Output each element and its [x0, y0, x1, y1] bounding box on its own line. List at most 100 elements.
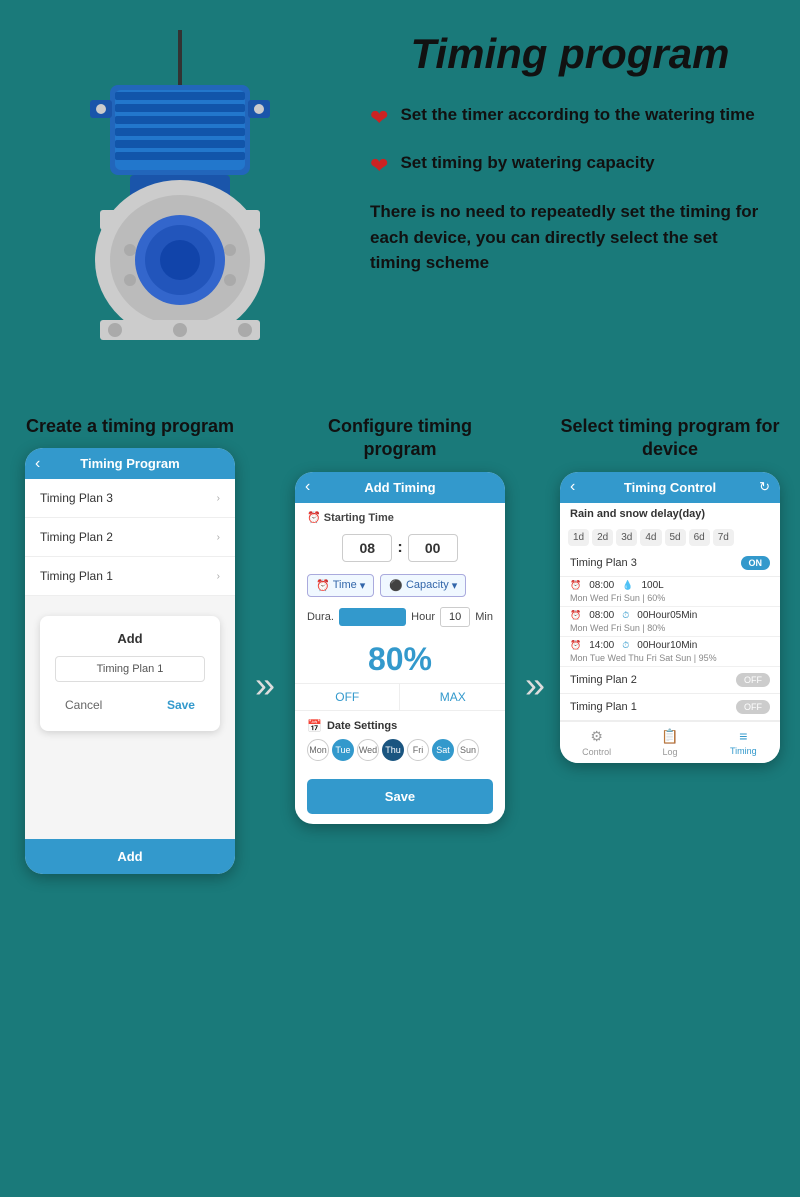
- min-label: Min: [475, 611, 493, 623]
- entry3-time: 14:00: [589, 640, 614, 651]
- log-icon: 📋: [661, 728, 678, 745]
- dura-box: [339, 608, 406, 626]
- entry1-days: Mon Wed Fri Sun | 60%: [570, 593, 770, 603]
- list-item-plan3[interactable]: Timing Plan 3 ›: [25, 479, 235, 518]
- time-row: 08 : 00: [295, 528, 505, 568]
- cancel-button[interactable]: Cancel: [55, 694, 112, 716]
- days-row: Mon Tue Wed Thu Fri Sat Sun: [307, 739, 493, 761]
- rain-delay-label: Rain and snow delay(day): [560, 503, 780, 525]
- nav-log-label: Log: [662, 747, 677, 757]
- date-settings-label: Date Settings: [327, 720, 397, 732]
- day-sun[interactable]: Sun: [457, 739, 479, 761]
- min-value[interactable]: 10: [440, 607, 470, 627]
- plan2-toggle-row[interactable]: Timing Plan 2 OFF: [560, 667, 780, 694]
- phone-header-title-1: Timing Program: [80, 456, 179, 471]
- step-3: Select timing program for device ‹ Timin…: [560, 415, 780, 874]
- step-1-title: Create a timing program: [26, 415, 234, 438]
- day-btn-7d[interactable]: 7d: [713, 529, 734, 546]
- phone-footer-add[interactable]: Add: [25, 839, 235, 874]
- phone-header-3: ‹ Timing Control ↻: [560, 472, 780, 503]
- hour-box[interactable]: 08: [342, 534, 392, 562]
- add-input[interactable]: Timing Plan 1: [55, 656, 205, 682]
- max-button[interactable]: MAX: [400, 684, 505, 710]
- day-thu[interactable]: Thu: [382, 739, 404, 761]
- day-buttons-row: 1d 2d 3d 4d 5d 6d 7d: [560, 525, 780, 550]
- page-title: Timing program: [370, 30, 770, 78]
- entry1-time: 08:00: [589, 580, 614, 591]
- list-item-plan2[interactable]: Timing Plan 2 ›: [25, 518, 235, 557]
- phone-header-title-2: Add Timing: [364, 480, 435, 495]
- toggle-off-plan1[interactable]: OFF: [736, 700, 770, 714]
- heart-icon-1: ❤: [370, 105, 388, 131]
- plan3-name: Timing Plan 3: [570, 557, 637, 569]
- day-btn-2d[interactable]: 2d: [592, 529, 613, 546]
- feature-text-1: Set the timer according to the watering …: [400, 103, 754, 127]
- add-dialog: Add Timing Plan 1 Cancel Save: [40, 616, 220, 731]
- feature-item-1: ❤ Set the timer according to the waterin…: [370, 103, 770, 131]
- entry3-duration: 00Hour10Min: [637, 640, 697, 651]
- off-button[interactable]: OFF: [295, 684, 401, 710]
- plan1-name: Timing Plan 1: [570, 701, 637, 713]
- day-wed[interactable]: Wed: [357, 739, 379, 761]
- entry2-duration: 00Hour05Min: [637, 610, 697, 621]
- chevron-icon-2: ›: [217, 532, 220, 543]
- plan3-entry1: ⏰ 08:00 💧 100L Mon Wed Fri Sun | 60%: [560, 577, 780, 607]
- starting-time-label: ⏰ Starting Time: [295, 503, 505, 528]
- hour-label: Hour: [411, 611, 435, 623]
- top-section: Timing program ❤ Set the timer according…: [0, 0, 800, 395]
- plan2-name: Timing Plan 2: [570, 674, 637, 686]
- feature-text-2: Set timing by watering capacity: [400, 151, 654, 175]
- plan1-toggle-row[interactable]: Timing Plan 1 OFF: [560, 694, 780, 721]
- phone-mockup-3: ‹ Timing Control ↻ Rain and snow delay(d…: [560, 472, 780, 763]
- day-sat[interactable]: Sat: [432, 739, 454, 761]
- entry2-time: 08:00: [589, 610, 614, 621]
- day-tue[interactable]: Tue: [332, 739, 354, 761]
- minute-box[interactable]: 00: [408, 534, 458, 562]
- day-btn-5d[interactable]: 5d: [665, 529, 686, 546]
- off-max-row: OFF MAX: [295, 683, 505, 711]
- phone-header-1: ‹ Timing Program: [25, 448, 235, 479]
- dialog-buttons: Cancel Save: [55, 694, 205, 716]
- save-button-timing[interactable]: Save: [307, 779, 493, 814]
- plan1-label: Timing Plan 1: [40, 569, 113, 583]
- steps-row: Create a timing program ‹ Timing Program…: [20, 415, 780, 874]
- step-3-title: Select timing program for device: [560, 415, 780, 462]
- entry3-days: Mon Tue Wed Thu Fri Sat Sun | 95%: [570, 653, 770, 663]
- nav-control-label: Control: [582, 747, 611, 757]
- day-btn-3d[interactable]: 3d: [616, 529, 637, 546]
- toggle-on-plan3[interactable]: ON: [741, 556, 771, 570]
- date-settings: 📅 Date Settings Mon Tue Wed Thu Fri Sat …: [295, 711, 505, 769]
- plan3-toggle-row[interactable]: Timing Plan 3 ON: [560, 550, 780, 577]
- back-arrow-2[interactable]: ‹: [305, 478, 310, 496]
- timing-icon: ≡: [739, 728, 747, 744]
- control-icon: ⚙: [590, 728, 603, 745]
- day-mon[interactable]: Mon: [307, 739, 329, 761]
- arrow-2: »: [525, 495, 545, 874]
- save-button[interactable]: Save: [157, 694, 205, 716]
- phone-header-2: ‹ Add Timing: [295, 472, 505, 503]
- phone-mockup-1: ‹ Timing Program Timing Plan 3 › Timing …: [25, 448, 235, 874]
- refresh-icon[interactable]: ↻: [759, 479, 770, 495]
- step-1: Create a timing program ‹ Timing Program…: [20, 415, 240, 874]
- nav-timing[interactable]: ≡ Timing: [707, 728, 780, 757]
- plan3-label: Timing Plan 3: [40, 491, 113, 505]
- day-btn-1d[interactable]: 1d: [568, 529, 589, 546]
- day-btn-4d[interactable]: 4d: [640, 529, 661, 546]
- capacity-select[interactable]: ⚫ Capacity ▾: [380, 574, 466, 597]
- dura-label: Dura.: [307, 611, 334, 623]
- bottom-nav: ⚙ Control 📋 Log ≡ Timing: [560, 721, 780, 763]
- day-fri[interactable]: Fri: [407, 739, 429, 761]
- percent-display: 80%: [295, 631, 505, 683]
- description-text: There is no need to repeatedly set the t…: [370, 199, 770, 276]
- phone-body-1: Timing Plan 3 › Timing Plan 2 › Timing P…: [25, 479, 235, 839]
- list-item-plan1[interactable]: Timing Plan 1 ›: [25, 557, 235, 596]
- time-select[interactable]: ⏰ Time ▾: [307, 574, 374, 597]
- toggle-off-plan2[interactable]: OFF: [736, 673, 770, 687]
- day-btn-6d[interactable]: 6d: [689, 529, 710, 546]
- back-arrow-1[interactable]: ‹: [35, 455, 40, 473]
- nav-log[interactable]: 📋 Log: [633, 728, 706, 757]
- phone-mockup-2: ‹ Add Timing ⏰ Starting Time 08 : 00 ⏰: [295, 472, 505, 824]
- nav-control[interactable]: ⚙ Control: [560, 728, 633, 757]
- dura-row: Dura. Hour 10 Min: [295, 603, 505, 631]
- back-arrow-3[interactable]: ‹: [570, 478, 575, 496]
